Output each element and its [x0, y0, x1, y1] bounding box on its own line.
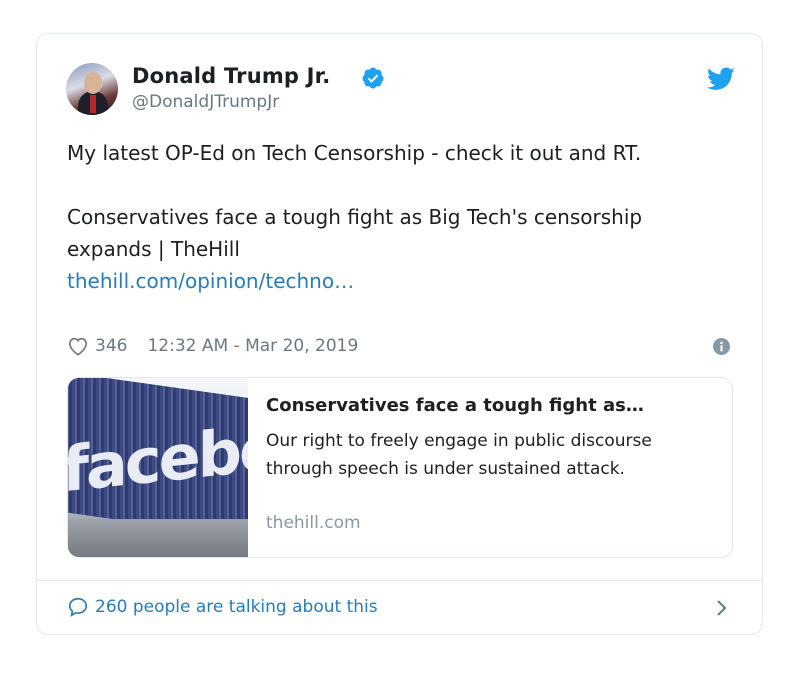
avatar-face — [84, 72, 102, 94]
footer-divider — [37, 580, 762, 581]
link-thumbnail: facebook — [68, 378, 248, 557]
link-preview-card[interactable]: facebook Conservatives face a tough figh… — [67, 377, 733, 558]
tweet-link[interactable]: thehill.com/opinion/techno… — [67, 269, 354, 293]
link-card-domain: thehill.com — [266, 513, 361, 533]
tweet-text-line1: My latest OP-Ed on Tech Censorship - che… — [67, 141, 642, 165]
tweet-text: My latest OP-Ed on Tech Censorship - che… — [67, 137, 727, 297]
conversation-link[interactable]: 260 people are talking about this — [67, 596, 378, 618]
info-icon[interactable] — [713, 338, 730, 355]
link-card-description: Our right to freely engage in public dis… — [266, 431, 652, 479]
chevron-right-icon[interactable] — [715, 599, 729, 617]
avatar[interactable] — [66, 63, 118, 115]
author-name[interactable]: Donald Trump Jr. — [132, 64, 330, 88]
link-card-title: Conservatives face a tough fight as… — [266, 395, 644, 416]
heart-icon[interactable] — [67, 336, 89, 356]
avatar-tie — [90, 95, 96, 113]
thumbnail-floor — [68, 519, 248, 557]
tweet-text-line2: Conservatives face a tough fight as Big … — [67, 205, 643, 261]
speech-bubble-icon — [68, 597, 88, 617]
talking-count-text[interactable]: 260 people are talking about this — [95, 597, 378, 617]
tweet-meta: 346 12:32 AM - Mar 20, 2019 — [67, 334, 358, 358]
tweet-card[interactable]: Donald Trump Jr. @DonaldJTrumpJr My late… — [36, 33, 763, 635]
twitter-bird-icon[interactable] — [707, 67, 735, 91]
verified-badge-icon — [362, 67, 384, 89]
author-handle[interactable]: @DonaldJTrumpJr — [132, 92, 279, 112]
like-count[interactable]: 346 — [95, 336, 127, 356]
tweet-timestamp[interactable]: 12:32 AM - Mar 20, 2019 — [147, 336, 358, 356]
